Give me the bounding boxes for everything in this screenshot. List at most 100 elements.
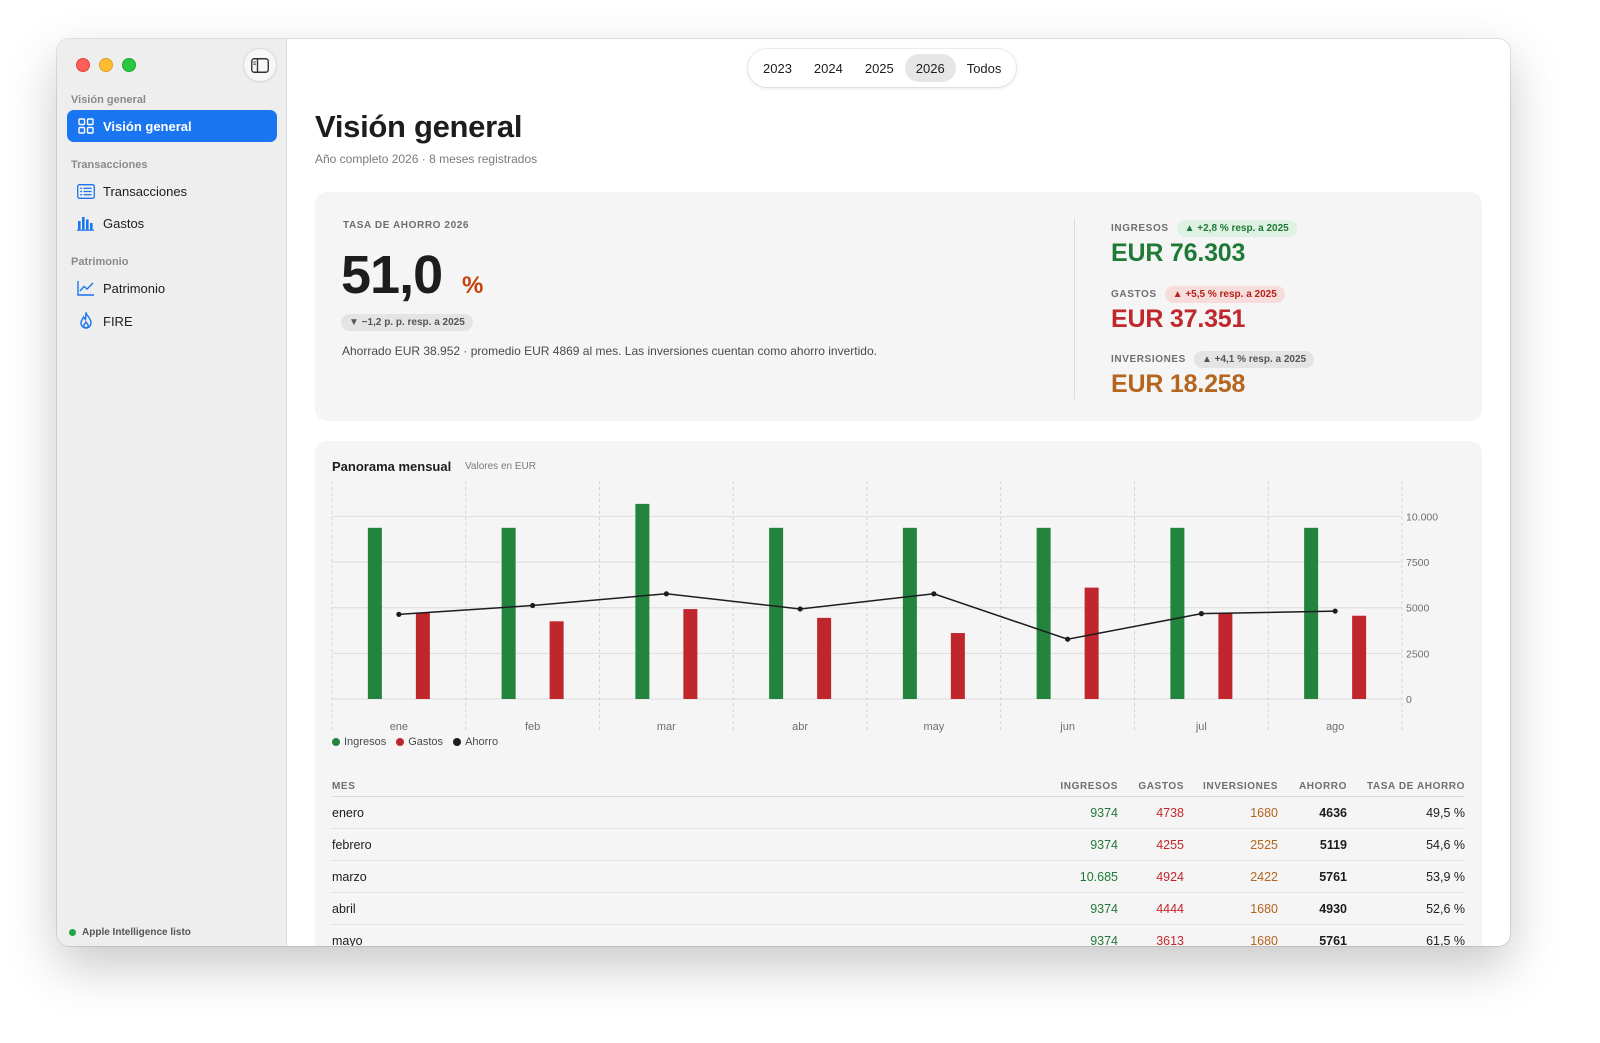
metric-investments-label: INVERSIONES	[1111, 354, 1186, 365]
sidebar-section-wealth: Patrimonio	[71, 256, 129, 268]
cell-investments: 2525	[1250, 837, 1278, 852]
savings-summary-card: TASA DE AHORRO 2026 51,0 % ▼ −1,2 p. p. …	[315, 192, 1482, 421]
ai-status: Apple Intelligence listo	[69, 927, 191, 938]
col-header-savings-rate[interactable]: TASA DE AHORRO	[1367, 781, 1465, 792]
metric-income-value: EUR 76.303	[1111, 239, 1246, 267]
bar-income	[1304, 527, 1319, 699]
sidebar-item-transactions[interactable]: Transacciones	[67, 175, 277, 207]
sidebar-item-label: Gastos	[103, 215, 145, 231]
cell-savings-rate: 54,6 %	[1426, 837, 1465, 852]
flame-icon	[77, 312, 95, 330]
x-tick-label: mar	[657, 721, 676, 733]
metric-investments-value: EUR 18.258	[1111, 370, 1246, 398]
cell-month: abril	[332, 901, 356, 916]
year-option-2023[interactable]: 2023	[752, 54, 803, 82]
bar-income	[501, 527, 516, 699]
point-savings	[530, 602, 536, 609]
table-row[interactable]: marzo 10.685 4924 2422 5761 53,9 %	[332, 861, 1465, 893]
point-savings	[396, 611, 402, 617]
bar-income	[769, 527, 784, 699]
legend-label: Gastos	[408, 736, 444, 748]
monthly-table: MES INGRESOS GASTOS INVERSIONES AHORRO T…	[332, 777, 1465, 946]
table-row[interactable]: mayo 9374 3613 1680 5761 61,5 %	[332, 925, 1465, 947]
cell-savings-rate: 53,9 %	[1426, 869, 1465, 884]
main-content: 2023 2024 2025 2026 Todos Visión general…	[287, 39, 1510, 946]
cell-month: mayo	[332, 933, 363, 947]
cell-savings-rate: 61,5 %	[1426, 933, 1465, 947]
metric-investments: INVERSIONES ▲ +4,1 % resp. a 2025 EUR 18…	[1111, 351, 1315, 399]
point-savings	[1198, 611, 1204, 617]
bar-expenses	[1352, 615, 1367, 699]
bar-expenses	[817, 617, 832, 699]
col-header-month[interactable]: MES	[332, 781, 355, 792]
sidebar-item-label: Patrimonio	[103, 280, 166, 296]
table-row[interactable]: enero 9374 4738 1680 4636 49,5 %	[332, 797, 1465, 829]
table-row[interactable]: febrero 9374 4255 2525 5119 54,6 %	[332, 829, 1465, 861]
x-tick-label: abr	[792, 721, 808, 733]
cell-expenses: 4738	[1156, 805, 1184, 820]
app-window: Visión general Visión general Transaccio…	[57, 39, 1510, 946]
bar-expenses	[1218, 613, 1233, 699]
year-option-all[interactable]: Todos	[956, 54, 1013, 82]
sidebar-toggle-button[interactable]	[243, 48, 277, 82]
sidebar-item-overview[interactable]: Visión general	[67, 110, 277, 142]
y-tick-label: 2500	[1406, 648, 1430, 660]
col-header-savings[interactable]: AHORRO	[1299, 781, 1347, 792]
point-savings	[1332, 608, 1338, 614]
x-tick-label: may	[923, 721, 944, 733]
cell-savings: 5119	[1319, 837, 1347, 852]
savings-rate-value: 51,0	[341, 245, 443, 305]
x-tick-label: ago	[1326, 721, 1344, 733]
cell-expenses: 3613	[1156, 933, 1184, 947]
table-row[interactable]: abril 9374 4444 1680 4930 52,6 %	[332, 893, 1465, 925]
close-window-button[interactable]	[76, 58, 90, 72]
minimize-window-button[interactable]	[99, 58, 113, 72]
x-tick-label: jun	[1059, 721, 1075, 733]
legend-item-expenses: Gastos	[396, 736, 443, 748]
list-icon	[77, 182, 95, 200]
col-header-investments[interactable]: INVERSIONES	[1203, 781, 1278, 792]
page-subtitle: Año completo 2026 · 8 meses registrados	[315, 152, 538, 166]
metric-expenses-label: GASTOS	[1111, 289, 1157, 300]
metric-investments-delta-badge: ▲ +4,1 % resp. a 2025	[1193, 351, 1315, 368]
y-tick-label: 0	[1406, 694, 1412, 706]
bar-income	[635, 503, 650, 699]
cell-month: marzo	[332, 869, 367, 884]
col-header-expenses[interactable]: GASTOS	[1138, 781, 1184, 792]
bar-expenses	[950, 633, 965, 699]
sidebar-item-fire[interactable]: FIRE	[67, 305, 277, 337]
bar-income	[367, 527, 382, 699]
legend-label: Ahorro	[465, 736, 499, 748]
legend-swatch	[332, 738, 340, 746]
zoom-window-button[interactable]	[122, 58, 136, 72]
sidebar-toggle-icon	[251, 57, 269, 73]
year-option-2024[interactable]: 2024	[803, 54, 854, 82]
legend-swatch	[453, 738, 462, 746]
cell-savings-rate: 49,5 %	[1426, 805, 1465, 820]
cell-expenses: 4255	[1156, 837, 1184, 852]
legend-label: Ingresos	[344, 736, 387, 748]
cell-savings: 4636	[1319, 805, 1347, 820]
cell-investments: 1680	[1250, 933, 1278, 947]
cell-income: 9374	[1090, 837, 1118, 852]
legend-swatch	[396, 738, 405, 746]
point-savings	[663, 591, 669, 597]
metric-income: INGRESOS ▲ +2,8 % resp. a 2025 EUR 76.30…	[1111, 220, 1297, 268]
y-tick-label: 10.000	[1406, 511, 1438, 523]
page-title: Visión general	[315, 109, 523, 144]
x-tick-label: jul	[1195, 721, 1207, 733]
cell-income: 9374	[1090, 901, 1118, 916]
legend-item-savings: Ahorro	[453, 736, 498, 748]
bar-income	[1170, 527, 1185, 699]
sidebar-item-wealth[interactable]: Patrimonio	[67, 272, 277, 304]
col-header-income[interactable]: INGRESOS	[1060, 781, 1118, 792]
year-option-2025[interactable]: 2025	[854, 54, 905, 82]
sidebar-item-expenses[interactable]: Gastos	[67, 207, 277, 239]
y-tick-label: 5000	[1406, 603, 1430, 615]
metric-expenses: GASTOS ▲ +5,5 % resp. a 2025 EUR 37.351	[1111, 286, 1285, 334]
year-option-2026[interactable]: 2026	[904, 54, 956, 82]
cell-investments: 1680	[1250, 805, 1278, 820]
x-tick-label: ene	[390, 721, 408, 733]
sidebar: Visión general Visión general Transaccio…	[57, 39, 287, 946]
bar-chart-icon	[77, 214, 95, 232]
